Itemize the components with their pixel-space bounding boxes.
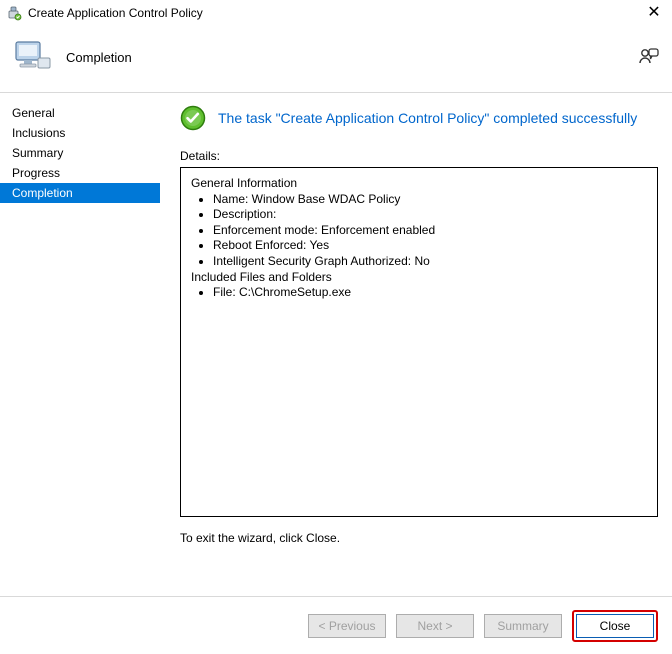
details-label: Details: bbox=[180, 149, 658, 163]
exit-hint: To exit the wizard, click Close. bbox=[180, 531, 658, 545]
sidebar-item-completion[interactable]: Completion bbox=[0, 183, 160, 203]
wizard-content: The task "Create Application Control Pol… bbox=[160, 93, 672, 597]
details-section-title: General Information bbox=[191, 176, 647, 192]
details-box: General Information Name: Window Base WD… bbox=[180, 167, 658, 517]
details-section-list: Name: Window Base WDAC Policy Descriptio… bbox=[191, 192, 647, 270]
details-item: Name: Window Base WDAC Policy bbox=[213, 192, 647, 208]
page-title: Completion bbox=[66, 50, 638, 65]
sidebar-item-general[interactable]: General bbox=[0, 103, 160, 123]
details-section-list: File: C:\ChromeSetup.exe bbox=[191, 285, 647, 301]
details-section-title: Included Files and Folders bbox=[191, 270, 647, 286]
sidebar-item-summary[interactable]: Summary bbox=[0, 143, 160, 163]
sidebar-item-inclusions[interactable]: Inclusions bbox=[0, 123, 160, 143]
sidebar-item-progress[interactable]: Progress bbox=[0, 163, 160, 183]
wizard-steps-sidebar: General Inclusions Summary Progress Comp… bbox=[0, 93, 160, 597]
close-button[interactable]: Close bbox=[576, 614, 654, 638]
app-icon bbox=[6, 5, 22, 21]
details-item: Description: bbox=[213, 207, 647, 223]
window-close-button[interactable]: ✕ bbox=[642, 5, 666, 21]
success-icon bbox=[180, 105, 206, 131]
details-item: Intelligent Security Graph Authorized: N… bbox=[213, 254, 647, 270]
close-button-highlight: Close bbox=[572, 610, 658, 642]
title-bar: Create Application Control Policy ✕ bbox=[0, 0, 672, 26]
details-item: Enforcement mode: Enforcement enabled bbox=[213, 223, 647, 239]
details-item: File: C:\ChromeSetup.exe bbox=[213, 285, 647, 301]
wizard-header-icon bbox=[12, 36, 54, 78]
summary-button: Summary bbox=[484, 614, 562, 638]
status-row: The task "Create Application Control Pol… bbox=[180, 105, 658, 131]
details-item: Reboot Enforced: Yes bbox=[213, 238, 647, 254]
window-title: Create Application Control Policy bbox=[28, 6, 642, 20]
status-text: The task "Create Application Control Pol… bbox=[218, 110, 637, 126]
wizard-footer: < Previous Next > Summary Close bbox=[0, 596, 672, 654]
feedback-icon[interactable] bbox=[638, 46, 660, 68]
wizard-body: General Inclusions Summary Progress Comp… bbox=[0, 93, 672, 597]
previous-button: < Previous bbox=[308, 614, 386, 638]
wizard-header: Completion bbox=[0, 26, 672, 93]
next-button: Next > bbox=[396, 614, 474, 638]
